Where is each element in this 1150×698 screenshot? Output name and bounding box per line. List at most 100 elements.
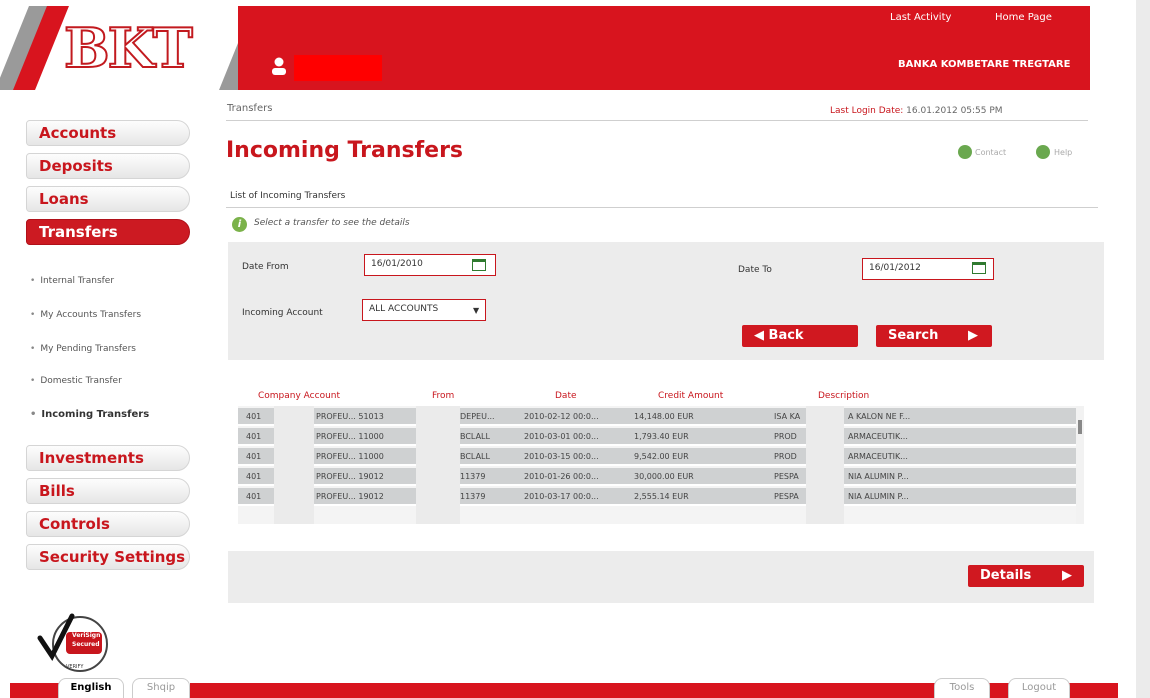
sidebar-subitem-internal-transfer[interactable]: • Internal Transfer xyxy=(30,276,114,286)
info-text: Select a transfer to see the details xyxy=(254,218,410,228)
details-panel xyxy=(228,551,1094,603)
section-label: List of Incoming Transfers xyxy=(230,191,346,201)
page-title: Incoming Transfers xyxy=(226,138,464,163)
bank-name: BANKA KOMBETARE TREGTARE xyxy=(898,59,1071,70)
col-header-from[interactable]: From xyxy=(432,391,454,401)
home-page-link[interactable]: Home Page xyxy=(995,12,1052,23)
sidebar-item-controls[interactable]: Controls xyxy=(26,511,190,537)
last-activity-link[interactable]: Last Activity xyxy=(890,12,951,23)
cell-amount: 14,148.00 EUR xyxy=(634,412,694,421)
cell-desc-b: NIA ALUMIN P... xyxy=(848,492,909,501)
play-arrow-icon: ▶ xyxy=(1062,568,1072,583)
sub-label: Domestic Transfer xyxy=(40,376,122,386)
details-button-label: Details xyxy=(980,568,1032,583)
sidebar-item-loans[interactable]: Loans xyxy=(26,186,190,212)
divider xyxy=(226,120,1088,121)
dropdown-arrow-icon[interactable]: ▼ xyxy=(473,306,479,315)
last-login: Last Login Date: 16.01.2012 05:55 PM xyxy=(830,106,1003,116)
cell-prod: PROFEU... 11000 xyxy=(316,452,384,461)
user-icon xyxy=(272,57,286,75)
transfers-grid: 401 PROFEU... 51013 DEPEU... 2010-02-12 … xyxy=(238,406,1084,524)
col-header-credit-amount[interactable]: Credit Amount xyxy=(658,391,723,401)
table-row[interactable]: 401 PROFEU... 51013 DEPEU... 2010-02-12 … xyxy=(238,408,1076,426)
sidebar-item-accounts[interactable]: Accounts xyxy=(26,120,190,146)
cell-from: 11379 xyxy=(460,492,486,501)
details-button[interactable]: Details ▶ xyxy=(968,565,1084,587)
col-header-description[interactable]: Description xyxy=(818,391,869,401)
table-row[interactable]: 401 PROFEU... 19012 11379 2010-03-17 00:… xyxy=(238,488,1076,506)
table-row[interactable]: 401 PROFEU... 11000 BCLALL 2010-03-01 00… xyxy=(238,428,1076,446)
cell-date: 2010-03-15 00:0... xyxy=(524,452,599,461)
cell-desc-b: ARMACEUTIK... xyxy=(848,432,908,441)
search-button[interactable]: Search ▶ xyxy=(876,325,992,347)
table-row[interactable]: 401 PROFEU... 19012 11379 2010-01-26 00:… xyxy=(238,468,1076,486)
search-button-label: Search xyxy=(888,328,939,343)
cell-desc-a: PROD xyxy=(774,432,797,441)
calendar-icon[interactable] xyxy=(472,259,486,271)
cell-from: BCLALL xyxy=(460,452,490,461)
table-row[interactable]: 401 PROFEU... 11000 BCLALL 2010-03-15 00… xyxy=(238,448,1076,466)
back-button[interactable]: ◀ Back xyxy=(742,325,858,347)
sub-label: My Accounts Transfers xyxy=(40,310,142,320)
language-english-tab[interactable]: English xyxy=(58,678,124,698)
incoming-account-select[interactable]: ALL ACCOUNTS xyxy=(362,299,486,321)
cell-desc-b: NIA ALUMIN P... xyxy=(848,472,909,481)
cell-account: 401 xyxy=(246,432,262,441)
cell-desc-a: ISA KA xyxy=(774,412,801,421)
sub-label: My Pending Transfers xyxy=(40,344,136,354)
cell-amount: 1,793.40 EUR xyxy=(634,432,689,441)
cell-prod: PROFEU... 11000 xyxy=(316,432,384,441)
cell-from: 11379 xyxy=(460,472,486,481)
last-login-value: 16.01.2012 05:55 PM xyxy=(906,106,1003,116)
cell-account: 401 xyxy=(246,452,262,461)
sidebar-item-bills[interactable]: Bills xyxy=(26,478,190,504)
verisign-verify: VERIFY xyxy=(66,664,84,670)
sidebar-item-deposits[interactable]: Deposits xyxy=(26,153,190,179)
incoming-account-label: Incoming Account xyxy=(242,308,323,318)
cell-from: DEPEU... xyxy=(460,412,495,421)
cell-desc-a: PESPA xyxy=(774,492,799,501)
verisign-text: VeriSign xyxy=(72,632,101,639)
redacted-column xyxy=(274,406,314,524)
help-icon[interactable] xyxy=(1036,145,1050,159)
col-header-company-account[interactable]: Company Account xyxy=(258,391,340,401)
sub-label: Incoming Transfers xyxy=(41,409,150,420)
help-link[interactable]: Help xyxy=(1054,148,1072,157)
cell-date: 2010-03-17 00:0... xyxy=(524,492,599,501)
redacted-column xyxy=(806,406,844,524)
cell-date: 2010-01-26 00:0... xyxy=(524,472,599,481)
sidebar-item-security-settings[interactable]: Security Settings xyxy=(26,544,190,570)
scroll-thumb[interactable] xyxy=(1078,420,1082,434)
divider xyxy=(226,207,1098,208)
sidebar-subitem-my-pending-transfers[interactable]: • My Pending Transfers xyxy=(30,344,136,354)
sidebar-item-investments[interactable]: Investments xyxy=(26,445,190,471)
cell-from: BCLALL xyxy=(460,432,490,441)
sidebar-subitem-incoming-transfers[interactable]: • Incoming Transfers xyxy=(30,409,149,420)
logout-tab[interactable]: Logout xyxy=(1008,678,1070,698)
calendar-icon[interactable] xyxy=(972,262,986,274)
sidebar-subitem-domestic-transfer[interactable]: • Domestic Transfer xyxy=(30,376,122,386)
col-header-date[interactable]: Date xyxy=(555,391,577,401)
back-button-label: Back xyxy=(768,328,804,343)
sidebar-subitem-my-accounts-transfers[interactable]: • My Accounts Transfers xyxy=(30,310,141,320)
redacted-column xyxy=(416,406,460,524)
date-to-label: Date To xyxy=(738,265,772,275)
info-icon: i xyxy=(232,217,247,232)
cell-account: 401 xyxy=(246,412,262,421)
language-shqip-tab[interactable]: Shqip xyxy=(132,678,190,698)
footer-bar xyxy=(10,683,60,698)
bkt-logo[interactable]: BKT xyxy=(63,15,194,81)
cell-account: 401 xyxy=(246,472,262,481)
back-arrow-icon: ◀ xyxy=(754,328,769,343)
contact-link[interactable]: Contact xyxy=(975,148,1006,157)
play-arrow-icon: ▶ xyxy=(968,328,978,343)
sidebar-item-transfers[interactable]: Transfers xyxy=(26,219,190,245)
cell-desc-b: ARMACEUTIK... xyxy=(848,452,908,461)
cell-prod: PROFEU... 19012 xyxy=(316,492,384,501)
user-name-redacted xyxy=(294,55,382,81)
tools-tab[interactable]: Tools xyxy=(934,678,990,698)
last-login-label: Last Login Date: xyxy=(830,106,904,116)
cell-prod: PROFEU... 19012 xyxy=(316,472,384,481)
page-edge xyxy=(1136,0,1150,698)
contact-icon[interactable] xyxy=(958,145,972,159)
